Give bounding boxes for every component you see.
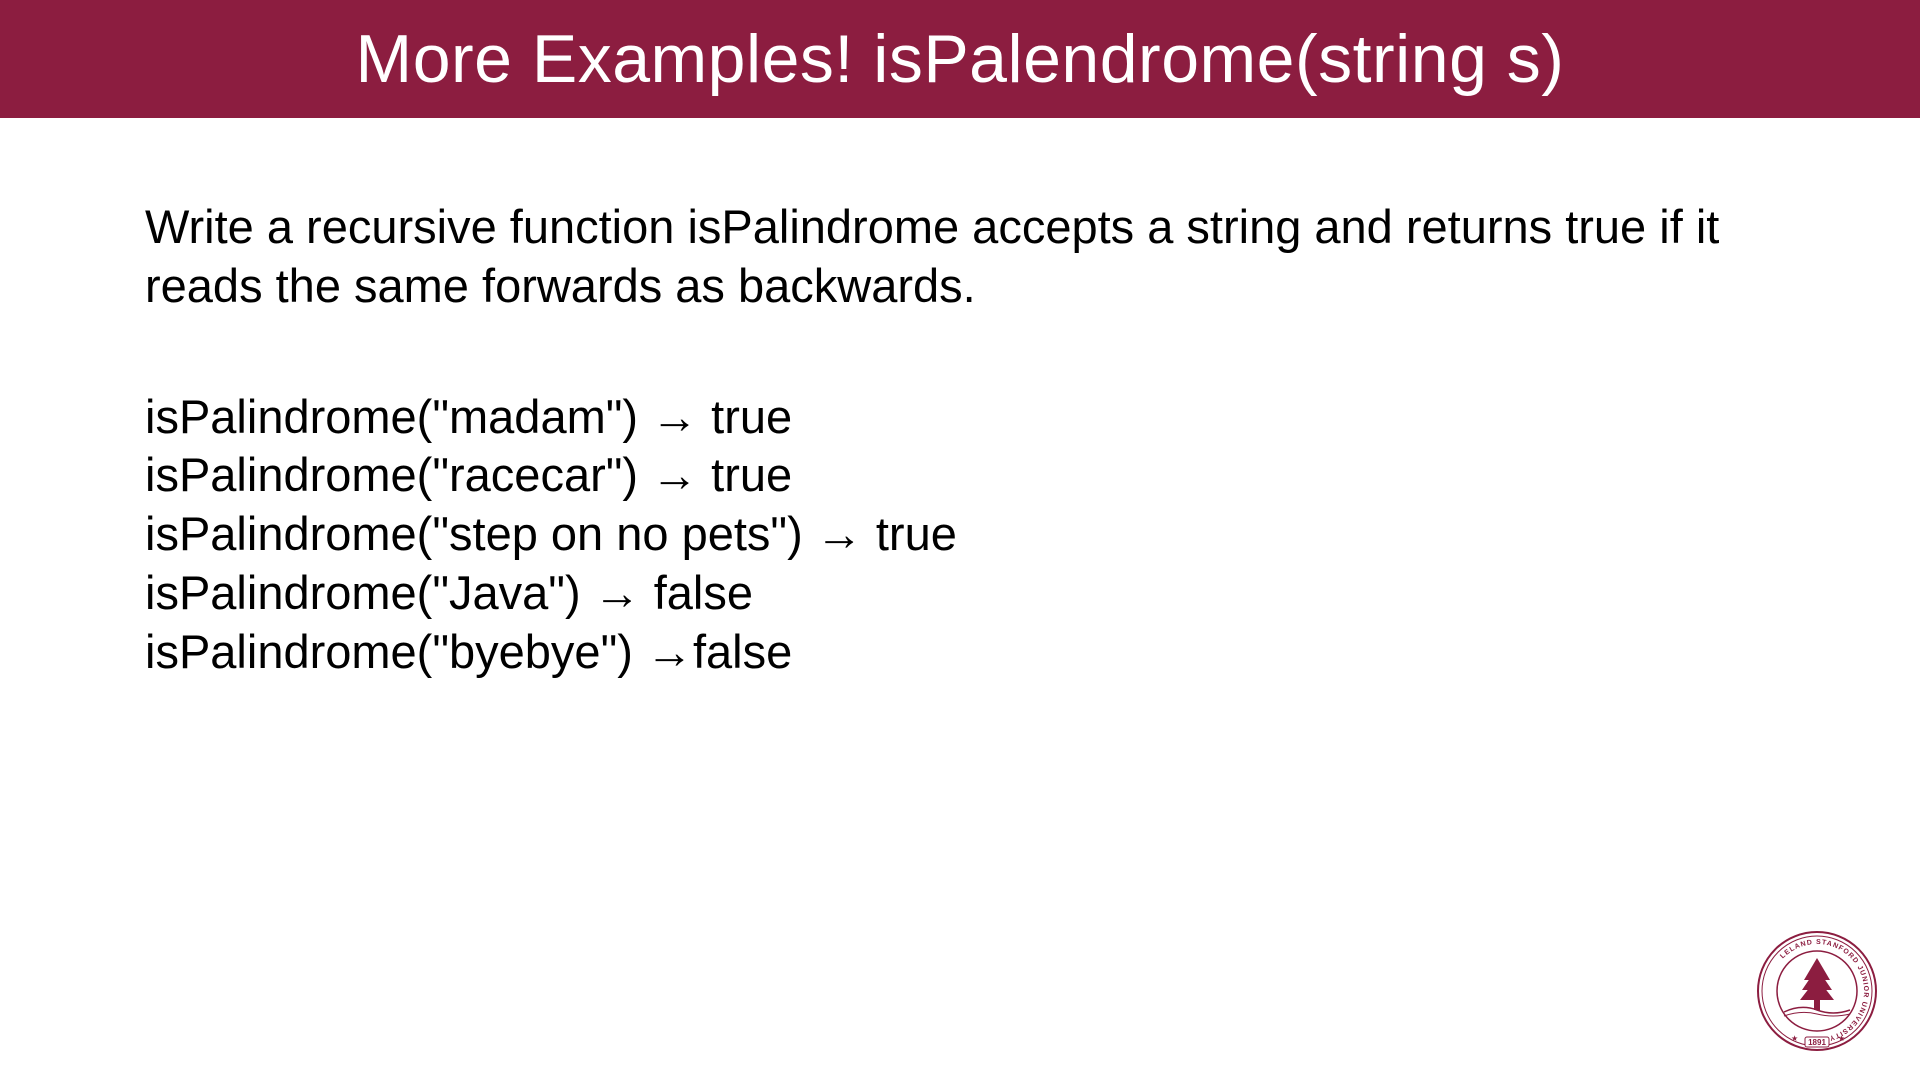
example-item: isPalindrome("racecar") → true bbox=[145, 446, 1775, 505]
svg-text:★: ★ bbox=[1791, 1034, 1798, 1043]
svg-text:1891: 1891 bbox=[1808, 1038, 1826, 1047]
example-item: isPalindrome("byebye") →false bbox=[145, 623, 1775, 682]
example-item: isPalindrome("Java") → false bbox=[145, 564, 1775, 623]
slide-header: More Examples! isPalendrome(string s) bbox=[0, 0, 1920, 118]
examples-list: isPalindrome("madam") → true isPalindrom… bbox=[145, 388, 1775, 682]
stanford-seal-icon: LELAND STANFORD JUNIOR UNIVERSITY 1891 ★… bbox=[1756, 930, 1878, 1052]
example-item: isPalindrome("step on no pets") → true bbox=[145, 505, 1775, 564]
slide-content: Write a recursive function isPalindrome … bbox=[0, 118, 1920, 681]
slide-title: More Examples! isPalendrome(string s) bbox=[356, 20, 1565, 98]
svg-text:★: ★ bbox=[1838, 1034, 1845, 1043]
problem-description: Write a recursive function isPalindrome … bbox=[145, 198, 1775, 316]
example-item: isPalindrome("madam") → true bbox=[145, 388, 1775, 447]
